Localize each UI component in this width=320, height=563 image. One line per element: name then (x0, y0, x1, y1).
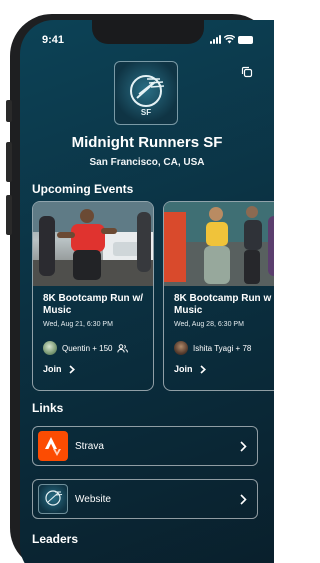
notch (92, 20, 204, 44)
event-photo (164, 202, 274, 286)
runners-photo (33, 202, 153, 286)
strava-mark (45, 437, 61, 456)
club-logo-icon (38, 484, 68, 514)
event-attendees: Quentin + 150 (43, 341, 129, 355)
event-card[interactable]: 8K Bootcamp Run w Music Wed, Aug 28, 6:3… (163, 201, 274, 391)
join-label: Join (43, 364, 62, 374)
event-photo (33, 202, 153, 286)
signal-icon (210, 35, 221, 44)
club-name: Midnight Runners SF (71, 134, 223, 151)
runners-photo (164, 202, 274, 286)
svg-text:SF: SF (141, 108, 151, 117)
strava-icon (38, 431, 68, 461)
side-button (6, 142, 12, 182)
event-date: Wed, Aug 28, 6:30 PM (174, 321, 244, 328)
wifi-icon (224, 35, 235, 44)
side-button (6, 100, 12, 122)
upcoming-events-title: Upcoming Events (32, 182, 134, 196)
club-logo: SF (114, 61, 178, 125)
links-title: Links (32, 401, 64, 415)
battery-icon (238, 35, 253, 44)
status-time: 9:41 (42, 34, 65, 46)
event-title: 8K Bootcamp Run w/ Music (43, 293, 144, 316)
event-card[interactable]: 8K Bootcamp Run w/ Music Wed, Aug 21, 6:… (32, 201, 154, 391)
chevron-right-icon (199, 364, 206, 374)
chevron-right-icon (68, 364, 75, 374)
club-location: San Francisco, CA, USA (89, 157, 205, 168)
club-logo-mark (45, 490, 63, 506)
chevron-right-icon (240, 440, 247, 452)
chevron-right-icon (240, 493, 247, 505)
join-button[interactable]: Join (43, 364, 75, 374)
leaders-title: Leaders (32, 532, 79, 546)
join-button[interactable]: Join (174, 364, 206, 374)
copy-icon[interactable] (241, 66, 253, 78)
event-date: Wed, Aug 21, 6:30 PM (43, 321, 113, 328)
link-label: Strava (75, 440, 104, 452)
event-title: 8K Bootcamp Run w Music (174, 293, 272, 316)
people-icon (117, 343, 129, 353)
avatar (43, 341, 57, 355)
avatar (174, 341, 188, 355)
status-icons (210, 35, 253, 44)
side-button (6, 195, 12, 235)
attendees-text: Quentin + 150 (62, 343, 113, 353)
event-attendees: Ishita Tyagi + 78 (174, 341, 251, 355)
link-strava[interactable]: Strava (32, 426, 258, 466)
club-logo-icon: SF (130, 75, 165, 117)
link-label: Website (75, 493, 111, 505)
attendees-text: Ishita Tyagi + 78 (193, 343, 252, 353)
app-screen: 9:41 SF Midnight Runners SF San Francisc… (20, 20, 274, 563)
join-label: Join (174, 364, 193, 374)
link-website[interactable]: Website (32, 479, 258, 519)
